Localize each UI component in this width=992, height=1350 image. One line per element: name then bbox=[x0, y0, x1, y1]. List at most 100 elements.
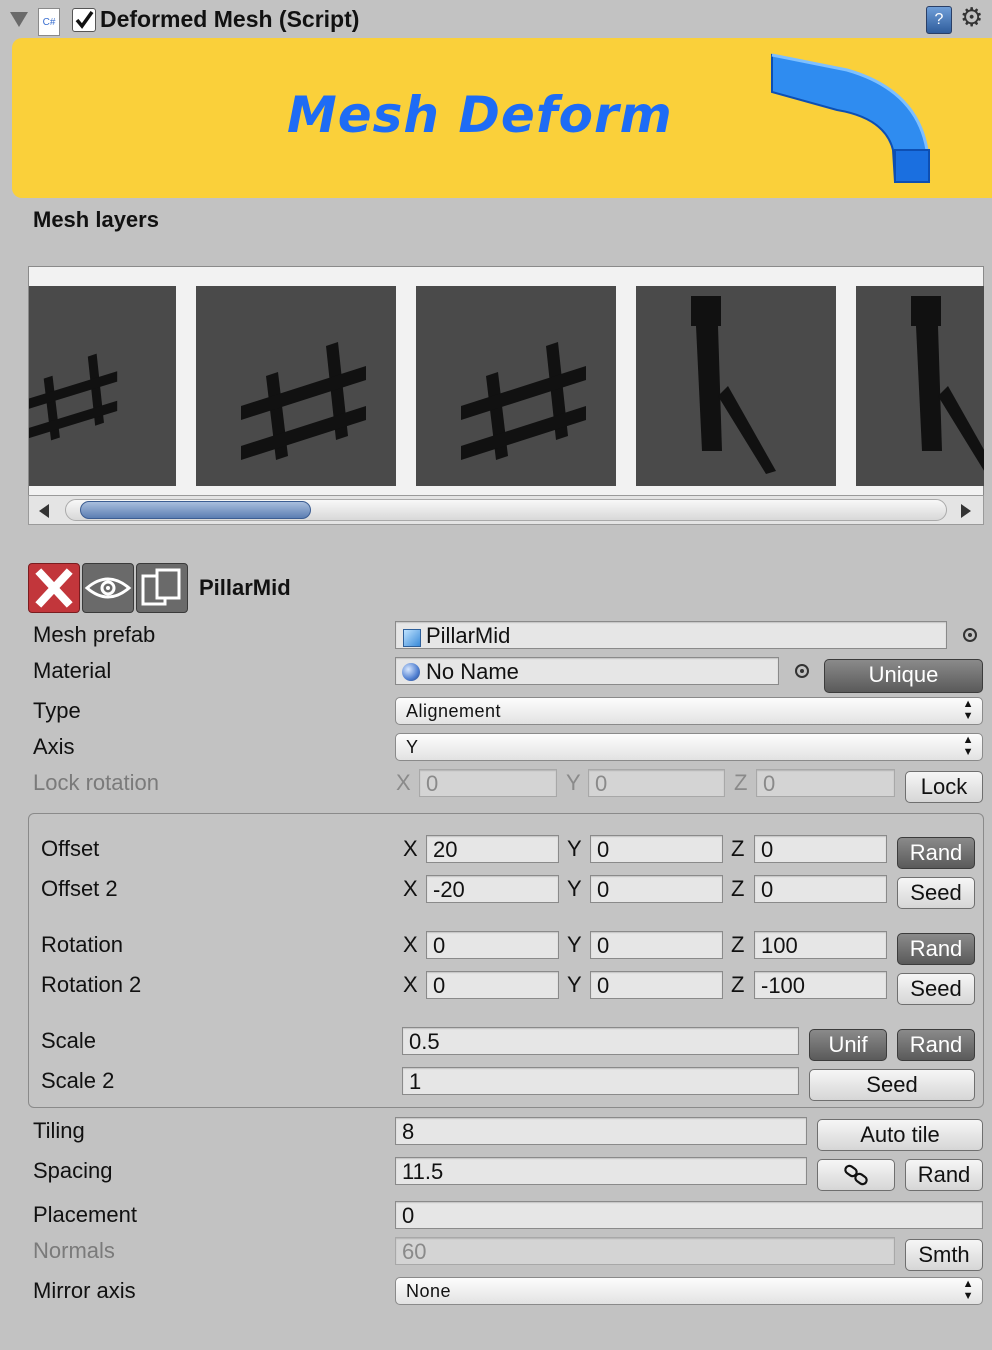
z-axis-letter: Z bbox=[734, 770, 748, 795]
scroll-right-arrow-icon[interactable] bbox=[961, 504, 971, 518]
pillar-mesh-icon bbox=[691, 296, 776, 474]
enabled-checkbox[interactable] bbox=[72, 8, 96, 32]
lock-rotation-y-field[interactable]: 0 bbox=[588, 769, 725, 797]
script-file-icon: C# bbox=[38, 8, 60, 36]
settings-gear-icon[interactable]: ⚙ bbox=[960, 2, 983, 33]
banner: Mesh Deform bbox=[12, 38, 992, 198]
smooth-normals-button[interactable]: Smth bbox=[905, 1239, 983, 1271]
z-axis-letter: Z bbox=[731, 876, 745, 901]
rotation2-x-field[interactable]: 0 bbox=[426, 971, 559, 999]
scroll-left-arrow-icon[interactable] bbox=[39, 504, 49, 518]
rotation-z-field[interactable]: 100 bbox=[754, 931, 887, 959]
layer-thumbnail[interactable] bbox=[196, 286, 396, 486]
rotation-rand-button[interactable]: Rand bbox=[897, 933, 975, 965]
object-picker-icon[interactable] bbox=[963, 628, 977, 642]
scale2-field[interactable]: 1 bbox=[402, 1067, 799, 1095]
spacing-rand-button[interactable]: Rand bbox=[905, 1159, 983, 1191]
auto-tile-button[interactable]: Auto tile bbox=[817, 1119, 983, 1151]
offset-label: Offset bbox=[41, 836, 100, 861]
lock-rotation-x-field[interactable]: 0 bbox=[419, 769, 557, 797]
lock-rotation-label: Lock rotation bbox=[33, 770, 159, 795]
z-axis-letter: Z bbox=[731, 932, 745, 957]
scroll-thumb[interactable] bbox=[80, 501, 311, 519]
normals-field[interactable]: 60 bbox=[395, 1237, 895, 1265]
lock-rotation-z-field[interactable]: 0 bbox=[756, 769, 895, 797]
axis-value: Y bbox=[406, 737, 419, 757]
rotation2-z-field[interactable]: -100 bbox=[754, 971, 887, 999]
fence-mesh-icon bbox=[29, 353, 118, 441]
y-axis-letter: Y bbox=[566, 770, 581, 795]
offset2-label: Offset 2 bbox=[41, 876, 118, 901]
dropdown-arrows-icon: ▲ ▼ bbox=[962, 698, 974, 722]
close-icon bbox=[35, 568, 73, 608]
layer-thumbnail[interactable] bbox=[416, 286, 616, 486]
dropdown-arrows-icon: ▲ ▼ bbox=[962, 1278, 974, 1302]
mesh-prefab-field[interactable]: PillarMid bbox=[395, 621, 947, 649]
offset-x-field[interactable]: 20 bbox=[426, 835, 559, 863]
x-axis-letter: X bbox=[403, 972, 418, 997]
offset2-y-field[interactable]: 0 bbox=[590, 875, 723, 903]
mirror-axis-dropdown[interactable]: None ▲ ▼ bbox=[395, 1277, 983, 1305]
y-axis-letter: Y bbox=[567, 876, 582, 901]
scale-seed-button[interactable]: Seed bbox=[809, 1069, 975, 1101]
scale-field[interactable]: 0.5 bbox=[402, 1027, 799, 1055]
y-axis-letter: Y bbox=[567, 836, 582, 861]
offset-z-field[interactable]: 0 bbox=[754, 835, 887, 863]
rotation-label: Rotation bbox=[41, 932, 123, 957]
layer-thumbnail-selected[interactable] bbox=[636, 286, 836, 486]
scroll-track[interactable] bbox=[65, 499, 947, 521]
type-dropdown[interactable]: Alignement ▲ ▼ bbox=[395, 697, 983, 725]
prefab-cube-icon bbox=[403, 629, 421, 647]
link-chain-icon bbox=[844, 1164, 868, 1186]
component-header: C# Deformed Mesh (Script) ? ⚙ bbox=[0, 0, 992, 40]
mesh-prefab-value: PillarMid bbox=[426, 623, 511, 648]
placement-field[interactable]: 0 bbox=[395, 1201, 983, 1229]
y-axis-letter: Y bbox=[567, 932, 582, 957]
axis-dropdown[interactable]: Y ▲ ▼ bbox=[395, 733, 983, 761]
help-book-icon[interactable]: ? bbox=[926, 6, 952, 34]
fence-mesh-icon bbox=[241, 342, 366, 460]
z-axis-letter: Z bbox=[731, 972, 745, 997]
offset-rand-button[interactable]: Rand bbox=[897, 837, 975, 869]
eye-icon bbox=[84, 577, 132, 599]
x-axis-letter: X bbox=[396, 770, 411, 795]
rotation-x-field[interactable]: 0 bbox=[426, 931, 559, 959]
spacing-label: Spacing bbox=[33, 1158, 113, 1183]
offset-seed-button[interactable]: Seed bbox=[897, 877, 975, 909]
object-picker-icon[interactable] bbox=[795, 664, 809, 678]
foldout-arrow-icon[interactable] bbox=[10, 12, 28, 27]
scale-label: Scale bbox=[41, 1028, 97, 1053]
offset2-x-field[interactable]: -20 bbox=[426, 875, 559, 903]
scale-rand-button[interactable]: Rand bbox=[897, 1029, 975, 1061]
type-value: Alignement bbox=[406, 701, 502, 721]
rotation2-y-field[interactable]: 0 bbox=[590, 971, 723, 999]
checkmark-icon bbox=[75, 10, 94, 29]
mirror-axis-label: Mirror axis bbox=[33, 1278, 136, 1303]
delete-layer-button[interactable] bbox=[28, 563, 80, 613]
offset2-z-field[interactable]: 0 bbox=[754, 875, 887, 903]
lock-button[interactable]: Lock bbox=[905, 771, 983, 803]
scale-unif-button[interactable]: Unif bbox=[809, 1029, 887, 1061]
layer-thumbnail[interactable] bbox=[29, 286, 176, 486]
layer-thumbnail[interactable] bbox=[856, 286, 984, 486]
unique-material-button[interactable]: Unique bbox=[824, 659, 983, 693]
spacing-field[interactable]: 11.5 bbox=[395, 1157, 807, 1185]
type-label: Type bbox=[33, 698, 81, 723]
layers-scrollbar[interactable] bbox=[28, 495, 984, 525]
material-field[interactable]: No Name bbox=[395, 657, 779, 685]
toggle-visibility-button[interactable] bbox=[82, 563, 134, 613]
normals-label: Normals bbox=[33, 1238, 115, 1263]
duplicate-layer-button[interactable] bbox=[136, 563, 188, 613]
x-axis-letter: X bbox=[403, 876, 418, 901]
material-sphere-icon bbox=[402, 663, 420, 681]
rotation-y-field[interactable]: 0 bbox=[590, 931, 723, 959]
axis-label: Axis bbox=[33, 734, 75, 759]
offset-y-field[interactable]: 0 bbox=[590, 835, 723, 863]
scale2-label: Scale 2 bbox=[41, 1068, 115, 1093]
placement-label: Placement bbox=[33, 1202, 137, 1227]
rotation-seed-button[interactable]: Seed bbox=[897, 973, 975, 1005]
mesh-prefab-label: Mesh prefab bbox=[33, 622, 156, 647]
link-spacing-button[interactable] bbox=[817, 1159, 895, 1191]
duplicate-icon bbox=[141, 568, 181, 606]
tiling-field[interactable]: 8 bbox=[395, 1117, 807, 1145]
